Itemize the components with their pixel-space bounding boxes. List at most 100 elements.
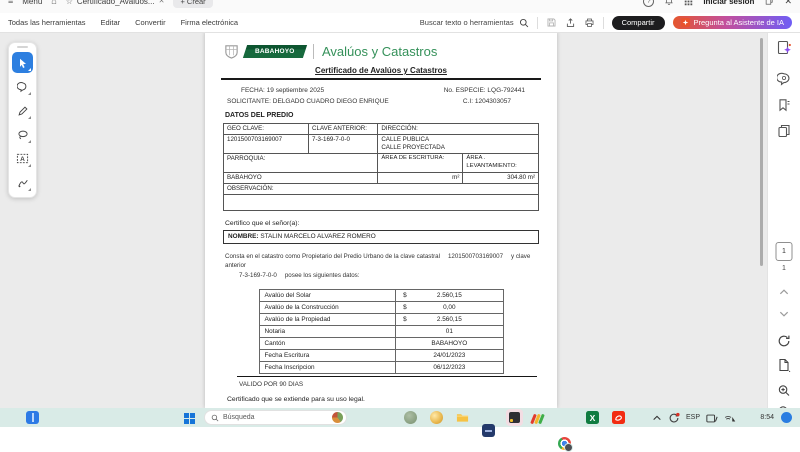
zoom-in-icon[interactable]	[778, 384, 791, 397]
save-icon[interactable]	[546, 17, 557, 28]
add-text-tool[interactable]: A	[12, 148, 33, 169]
city-banner: BABAHOYO	[242, 44, 308, 58]
table-row: Avalúo de la Propiedad $2.560,15	[258, 312, 504, 326]
table-row: PARROQUIA: ÁREA DE ESCRITURA: ÁREA . LEV…	[222, 153, 539, 173]
tray-chevron-icon[interactable]	[652, 414, 662, 422]
right-panel: 1 1	[767, 32, 800, 408]
taskbar-app-active[interactable]	[506, 409, 523, 426]
search-highlight-image	[332, 412, 343, 423]
city-name: BABAHOYO	[255, 47, 295, 55]
table-row: OBSERVACIÓN:	[223, 182, 539, 195]
especie-label: No. ESPECIE:	[443, 87, 486, 94]
page-up-button[interactable]	[779, 288, 790, 296]
menu-icon[interactable]: ≡	[8, 0, 13, 6]
sign-in-button[interactable]: Iniciar sesión	[703, 0, 754, 6]
close-window-icon[interactable]: ✕	[784, 0, 792, 7]
pencil-edit-tool[interactable]	[12, 100, 33, 121]
taskbar: Búsqueda X ESP 8:54	[0, 408, 800, 452]
taskbar-app-coin[interactable]	[430, 411, 443, 424]
parroquia-label: PARROQUIA:	[222, 153, 379, 173]
chrome-icon[interactable]	[558, 437, 573, 452]
pencil-icon	[17, 105, 28, 116]
table-row: Fecha Inscripcion 06/12/2023	[258, 360, 504, 374]
restore-window-icon[interactable]	[764, 0, 774, 6]
pages-panel-icon[interactable]	[777, 124, 791, 138]
clave-anterior-label: CLAVE ANTERIOR:	[308, 122, 379, 136]
touch-keyboard-icon[interactable]	[706, 413, 718, 424]
lasso-draw-tool[interactable]	[12, 124, 33, 145]
document-brand: BABAHOYO Avalúos y Catastros	[223, 40, 543, 62]
separator-rule	[237, 375, 537, 377]
geo-clave-value: 1201500703169007	[222, 134, 310, 155]
ai-assistant-button[interactable]: Pregunta al Asistente de IA	[672, 16, 792, 29]
language-indicator[interactable]: ESP	[686, 414, 700, 421]
excel-icon[interactable]: X	[586, 411, 599, 424]
toolbar-item-esign[interactable]: Firma electrónica	[181, 18, 239, 27]
apps-grid-icon[interactable]	[684, 0, 693, 6]
especie-value: LQG-792441	[487, 87, 525, 94]
observacion-empty	[223, 193, 539, 211]
table-row: Notaria 01	[258, 324, 504, 338]
area-levantamiento-label: ÁREA . LEVANTAMIENTO:	[462, 153, 539, 173]
taskbar-app-navy[interactable]	[482, 424, 495, 437]
fecha-row: FECHA: 19 septiembre 2025 No. ESPECIE: L…	[219, 87, 543, 94]
taskbar-search[interactable]: Búsqueda	[204, 410, 347, 425]
tab-title[interactable]: Certificado_Avalúos...	[77, 0, 155, 6]
create-button[interactable]: + Crear	[173, 0, 213, 8]
comments-panel-icon[interactable]	[777, 72, 791, 86]
page-number-box[interactable]: 1	[775, 242, 793, 261]
star-icon[interactable]: ☆	[66, 0, 73, 6]
home-icon[interactable]: ⌂	[51, 0, 56, 6]
tab-close-icon[interactable]: ✕	[159, 0, 165, 5]
quick-tools-panel: A	[8, 42, 37, 198]
table-row: Cantón BABAHOYO	[258, 336, 504, 350]
print-icon[interactable]	[584, 17, 595, 28]
share-upload-icon[interactable]	[565, 17, 576, 28]
acrobat-icon[interactable]	[612, 411, 625, 424]
menu-label[interactable]: Menú	[22, 0, 42, 6]
comment-tool[interactable]	[12, 76, 33, 97]
title-bar: ≡ Menú ⌂ ☆ Certificado_Avalúos... ✕ + Cr…	[0, 0, 800, 14]
document-tab[interactable]: ☆ Certificado_Avalúos... ✕	[66, 0, 165, 6]
taskbar-app-colorful[interactable]	[530, 411, 545, 425]
area-levantamiento-value: 304.80 m²	[462, 171, 539, 184]
panel-drag-handle[interactable]	[17, 46, 28, 48]
table-row	[223, 193, 539, 211]
share-button[interactable]: Compartir	[611, 15, 665, 30]
toolbar-item-all-tools[interactable]: Todas las herramientas	[8, 18, 86, 27]
direccion-label: DIRECCIÓN:	[377, 122, 539, 136]
toolbar-item-edit[interactable]: Editar	[101, 18, 121, 27]
start-button[interactable]	[184, 413, 197, 426]
toolbar-item-convert[interactable]: Convertir	[135, 18, 165, 27]
network-volume-icon[interactable]	[724, 413, 736, 424]
sync-status-icon[interactable]	[668, 412, 680, 424]
viewer-area: A BABAHOYO Avalúos y Catastros Certifica…	[0, 32, 800, 408]
help-icon[interactable]: ?	[643, 0, 655, 7]
nombre-value: STALIN MARCELO ALVAREZ ROMERO	[260, 233, 376, 241]
comment-bubble-icon	[16, 81, 26, 92]
select-tool[interactable]	[12, 52, 33, 73]
rotate-page-icon[interactable]	[777, 334, 791, 348]
bookmarks-panel-icon[interactable]	[777, 98, 791, 112]
taskbar-app-circle[interactable]	[404, 411, 417, 424]
tray-clock[interactable]: 8:54	[760, 414, 774, 421]
cursor-arrow-icon	[19, 58, 26, 68]
widgets-icon[interactable]	[26, 411, 39, 424]
search-icon	[519, 18, 528, 27]
search-tools[interactable]: Buscar texto o herramientas	[420, 18, 529, 28]
divider	[602, 16, 604, 29]
page-down-button[interactable]	[779, 310, 790, 318]
ai-assistant-icon[interactable]	[776, 40, 792, 56]
file-explorer-icon[interactable]	[456, 411, 469, 424]
vertical-scrollbar[interactable]	[760, 38, 763, 266]
area-escritura-value: m²	[377, 171, 464, 184]
area-escritura-label: ÁREA DE ESCRITURA:	[377, 153, 464, 173]
divider	[313, 43, 314, 59]
heading-rule	[221, 78, 541, 80]
page-number-value: 1	[782, 248, 786, 255]
fill-sign-tool[interactable]	[12, 172, 33, 193]
bell-icon[interactable]	[664, 0, 674, 6]
notification-badge[interactable]	[781, 412, 792, 423]
table-row: Avalúo del Solar $2.560,15	[258, 288, 504, 302]
export-page-icon[interactable]	[777, 358, 791, 372]
